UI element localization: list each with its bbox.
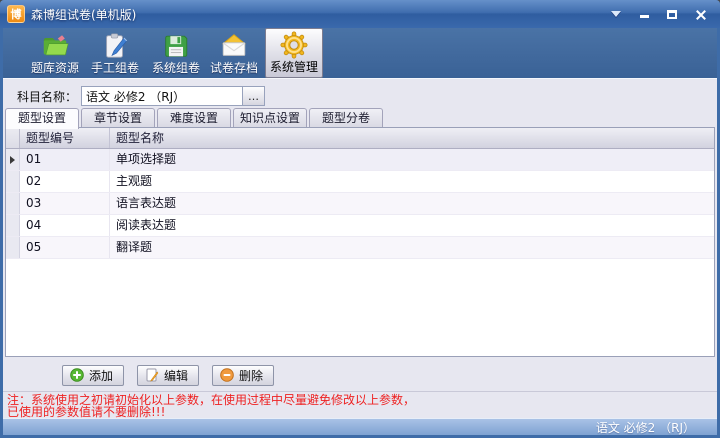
edit-button-label: 编辑 (164, 367, 188, 384)
clipboard-pen-icon (100, 31, 130, 61)
status-bar: 语文 必修2 （RJ） (3, 418, 717, 435)
subject-browse-button[interactable]: … (243, 86, 265, 106)
column-header-name[interactable]: 题型名称 (110, 128, 714, 148)
table-row[interactable]: 04 阅读表达题 (6, 215, 714, 237)
window-title: 森博组试卷(单机版) (31, 6, 136, 23)
subject-name-field[interactable]: 语文 必修2 （RJ） (81, 86, 243, 106)
question-type-grid: 题型编号 题型名称 01 单项选择题 02 主观题 03 语言表达题 04 (5, 127, 715, 357)
cell-code: 03 (20, 193, 110, 214)
toolbar-item-label: 手工组卷 (91, 62, 139, 75)
table-row[interactable]: 03 语言表达题 (6, 193, 714, 215)
tab-question-type-settings[interactable]: 题型设置 (5, 108, 79, 129)
tab-difficulty-settings[interactable]: 难度设置 (157, 108, 231, 128)
table-row[interactable]: 02 主观题 (6, 171, 714, 193)
add-button[interactable]: 添加 (62, 365, 124, 386)
table-row[interactable]: 05 翻译题 (6, 237, 714, 259)
add-plus-icon (70, 368, 84, 382)
subject-row: 科目名称： 语文 必修2 （RJ） … (17, 86, 265, 106)
maximize-button[interactable] (665, 7, 679, 21)
toolbar-item-label: 试卷存档 (210, 62, 258, 75)
warning-note: 注：系统使用之初请初始化以上参数，在使用过程中尽量避免修改以上参数， 已使用的参… (3, 391, 717, 418)
settings-tabstrip: 题型设置 章节设置 难度设置 知识点设置 题型分卷 (5, 108, 715, 128)
skin-dropdown-icon[interactable] (609, 7, 623, 21)
tab-question-type-split[interactable]: 题型分卷 (309, 108, 383, 128)
window-controls (609, 7, 713, 21)
cell-code: 02 (20, 171, 110, 192)
delete-button-label: 删除 (239, 367, 263, 384)
status-subject-text: 语文 必修2 （RJ） (596, 419, 695, 436)
subject-name-label: 科目名称： (17, 88, 77, 105)
table-row[interactable]: 01 单项选择题 (6, 149, 714, 171)
grid-header: 题型编号 题型名称 (6, 128, 714, 149)
toolbar-item-question-bank[interactable]: 题库资源 (26, 28, 84, 78)
tab-chapter-settings[interactable]: 章节设置 (81, 108, 155, 128)
toolbar-item-system-assemble[interactable]: 系统组卷 (147, 28, 205, 78)
main-toolbar: 题库资源 手工组卷 系统组卷 (3, 28, 717, 78)
floppy-disk-icon (161, 31, 191, 61)
minimize-button[interactable] (637, 7, 651, 21)
folder-icon (40, 31, 70, 61)
toolbar-item-system-manage[interactable]: 系统管理 (265, 28, 323, 78)
warning-note-line2: 已使用的参数值请不要删除!!! (7, 406, 713, 418)
current-row-marker-icon (6, 149, 20, 170)
tab-knowledge-point-settings[interactable]: 知识点设置 (233, 108, 307, 128)
cell-name: 翻译题 (110, 237, 714, 258)
toolbar-item-paper-archive[interactable]: 试卷存档 (205, 28, 263, 78)
close-button[interactable] (693, 7, 707, 21)
action-button-bar: 添加 编辑 删除 (5, 362, 715, 388)
envelope-icon (219, 31, 249, 61)
add-button-label: 添加 (89, 367, 113, 384)
delete-button[interactable]: 删除 (212, 365, 274, 386)
column-header-code[interactable]: 题型编号 (20, 128, 110, 148)
content-panel: 科目名称： 语文 必修2 （RJ） … 题型设置 章节设置 难度设置 知识点设置… (3, 78, 717, 418)
app-logo-icon: 博 (7, 5, 25, 23)
cell-code: 05 (20, 237, 110, 258)
cell-code: 04 (20, 215, 110, 236)
cell-name: 语言表达题 (110, 193, 714, 214)
app-window: 博 森博组试卷(单机版) 题库资源 手 (0, 0, 720, 438)
toolbar-item-label: 题库资源 (31, 62, 79, 75)
toolbar-item-label: 系统组卷 (152, 62, 200, 75)
cell-name: 阅读表达题 (110, 215, 714, 236)
edit-button[interactable]: 编辑 (137, 365, 199, 386)
cell-code: 01 (20, 149, 110, 170)
title-bar: 博 森博组试卷(单机版) (0, 0, 720, 28)
toolbar-item-label: 系统管理 (270, 61, 318, 74)
row-indicator-header (6, 128, 20, 148)
cell-name: 单项选择题 (110, 149, 714, 170)
delete-minus-icon (220, 368, 234, 382)
toolbar-item-manual-assemble[interactable]: 手工组卷 (86, 28, 144, 78)
edit-pencil-icon (145, 368, 159, 382)
gear-icon (279, 30, 309, 60)
cell-name: 主观题 (110, 171, 714, 192)
